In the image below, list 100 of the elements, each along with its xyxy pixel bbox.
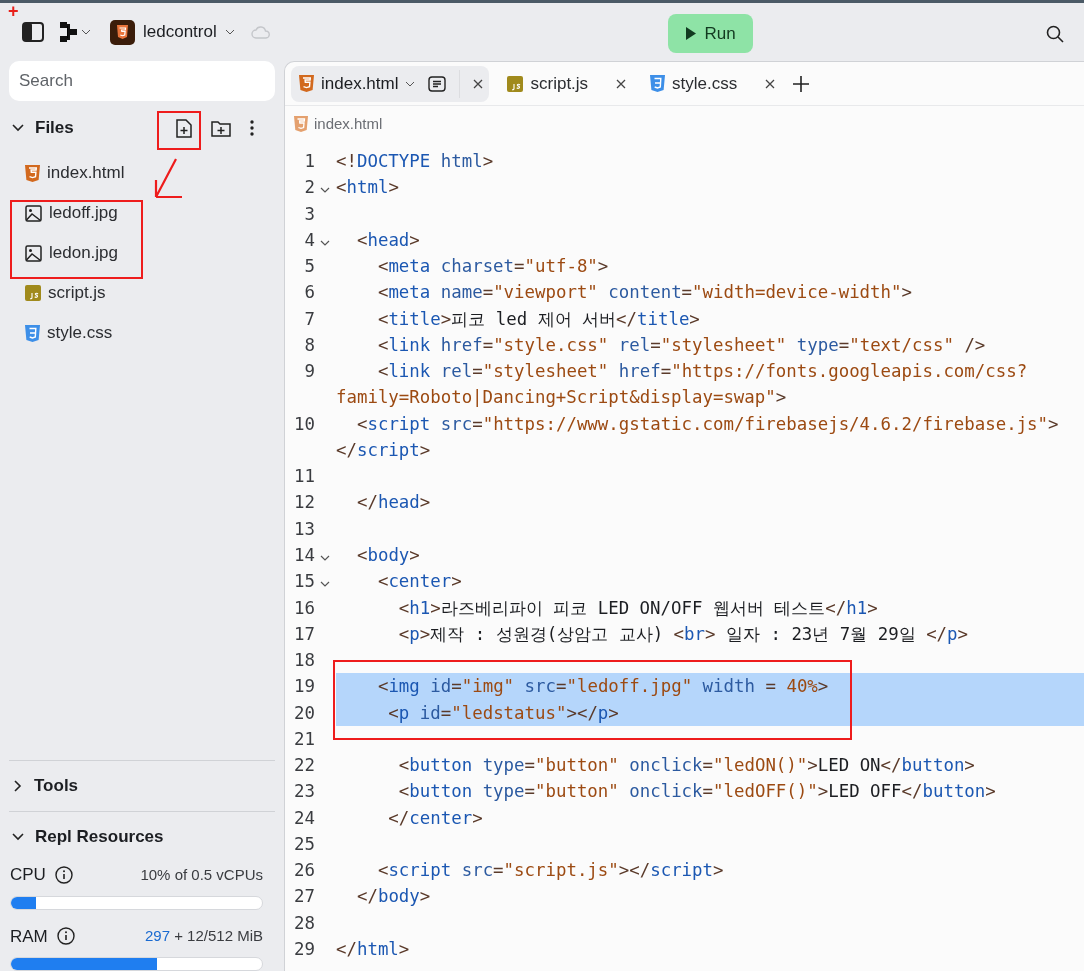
line-number: 20 [293,701,315,725]
code-line: <body> [355,544,420,567]
code-line: <html> [336,176,399,200]
line-number: 28 [293,911,315,935]
add-tab-icon[interactable] [793,75,810,92]
css-file-icon [650,75,666,92]
line-number: 3 [303,202,315,226]
code-line: <p id="ledstatus"></p> [387,701,619,725]
line-number: 19 [293,675,315,699]
cloud-icon [250,25,271,39]
line-number: 8 [303,333,315,357]
code-line: <!DOCTYPE html> [336,150,494,173]
code-line: <button type="button" onclick="ledOFF()">LED OFF</button> [397,780,996,804]
code-line: <img id="img" src="ledoff.jpg" width = 40%> [376,675,829,699]
file-item[interactable]: script.js [25,273,106,313]
fold-chevron-icon[interactable] [320,239,330,246]
line-number: 11 [293,465,315,489]
search-icon[interactable] [1046,25,1064,43]
editor-tab[interactable]: index.html [291,65,490,102]
sidebar-toggle-icon[interactable] [22,22,44,42]
code-line: <h1>라즈베리파이 피코 LED ON/OFF 웹서버 테스트</h1> [397,596,878,620]
html-logo-icon [110,19,135,45]
editor-tab[interactable]: script.js [499,65,633,102]
workspace-switcher-icon[interactable] [60,22,92,42]
line-number: 2 [303,176,315,200]
tools-section-header[interactable]: Tools [34,773,79,799]
line-number: 25 [293,832,315,856]
line-number: 18 [293,649,315,673]
editor-tab[interactable]: style.css [642,65,782,102]
code-line: <script src="https://www.gstatic.com/firebasejs/4.6.2/firebase.js"> [355,412,1059,436]
code-line: <meta charset="utf-8"> [376,255,609,279]
file-item[interactable]: index.html [25,153,125,193]
line-number: 16 [293,596,315,620]
line-number: 5 [303,255,315,279]
file-item[interactable]: style.css [25,313,113,353]
code-line: </body> [355,885,431,909]
resource-reading: 10% of 0.5 vCPUs [140,864,263,885]
more-icon[interactable] [250,120,254,136]
files-header[interactable]: Files [35,115,74,141]
code-line: <center> [376,570,462,594]
search-field[interactable]: Search [9,61,275,101]
new-folder-icon[interactable] [211,119,231,137]
line-number: 29 [293,937,315,961]
html-file-icon [294,116,308,132]
html-file-icon [299,75,314,92]
file-item[interactable]: ledon.jpg [25,233,118,273]
annotation-box [157,111,201,150]
resource-reading: 297 + 12/512 MiB [145,926,263,946]
code-line: <script src="script.js"></script> [376,859,724,883]
file-item[interactable]: ledoff.jpg [25,193,118,233]
line-number: 24 [293,806,315,830]
line-number: 6 [303,281,315,305]
resource-label: CPU [10,864,46,886]
line-number: 10 [293,412,315,436]
code-line: <button type="button" onclick="ledON()">LED ON</button> [397,754,975,778]
line-number: 15 [293,570,315,594]
line-number: 12 [293,491,315,515]
chevron-right-icon[interactable] [14,780,22,792]
line-number: 27 [293,885,315,909]
code-line: <link rel="stylesheet" href="https://fonts.googleapis.com/css? [376,360,1028,384]
line-number: 23 [293,780,315,804]
new-file-icon[interactable] [176,118,192,138]
info-icon[interactable] [54,865,73,884]
line-number: 1 [303,150,315,173]
image-file-icon [25,204,42,222]
code-line: </script> [336,438,431,462]
line-number: 22 [293,754,315,778]
breadcrumb[interactable]: index.html [314,112,383,136]
code-line: family=Roboto|Dancing+Script&display=swap"> [336,386,787,410]
fold-chevron-icon[interactable] [320,187,330,194]
code-line: <title>피코 led 제어 서버</title> [376,307,700,331]
chevron-down-icon[interactable] [12,833,24,841]
line-number: 17 [293,622,315,646]
fold-chevron-icon[interactable] [320,555,330,561]
run-button[interactable]: Run [668,14,753,53]
code-line: <p>제작 : 성원경(상암고 교사) <br> 일자 : 23년 7월 29일 </p> [397,622,969,646]
close-icon[interactable] [765,78,776,89]
css-file-icon [25,324,40,342]
chevron-down-icon[interactable] [12,124,24,132]
line-number: 7 [303,307,315,331]
info-icon[interactable] [56,927,75,946]
line-number: 26 [293,859,315,883]
line-number: 4 [303,228,315,252]
line-number: 14 [293,544,315,567]
js-file-icon [25,285,41,301]
resource-label: RAM [10,925,48,948]
chevron-down-icon[interactable] [224,29,235,35]
js-file-icon [507,75,524,92]
code-line: </head> [355,491,431,515]
annotation-plus-mark: + [8,2,19,20]
format-icon [428,75,447,92]
project-name[interactable]: ledcontrol [143,19,217,45]
fold-chevron-icon[interactable] [320,581,330,588]
line-number: 13 [293,517,315,541]
html-file-icon [25,164,40,182]
play-icon [685,27,697,40]
close-icon[interactable] [473,78,484,89]
close-icon[interactable] [616,78,627,89]
code-line: <head> [355,228,420,252]
resources-section-header[interactable]: Repl Resources [35,824,164,850]
